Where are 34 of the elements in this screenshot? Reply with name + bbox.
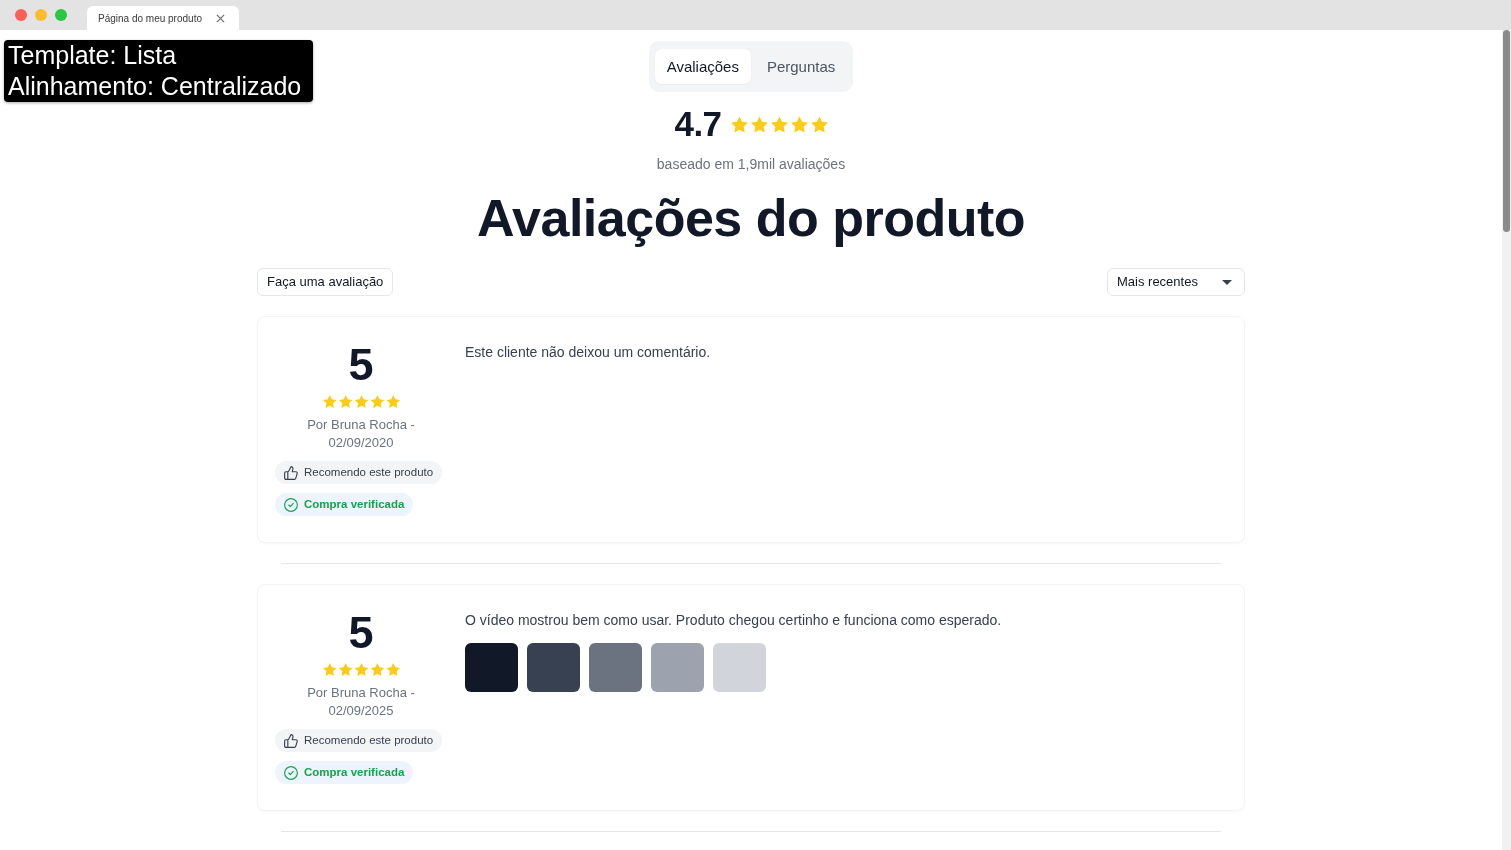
scrollbar-thumb[interactable] (1503, 30, 1510, 232)
review-score: 5 (348, 342, 374, 388)
review-comment: Este cliente não deixou um comentário. (465, 343, 712, 362)
write-review-button[interactable]: Faça uma avaliação (257, 268, 394, 296)
media-thumbnail[interactable] (589, 643, 642, 692)
review-count: baseado em 1,9mil avaliações (656, 155, 846, 173)
media-thumbnail[interactable] (713, 643, 766, 692)
review-comment: O vídeo mostrou bem como usar. Produto chegou certinho e funciona como esperado. (465, 611, 1003, 630)
browser-tab[interactable]: Página do meu produto (87, 6, 239, 30)
media-thumbnail[interactable] (651, 643, 704, 692)
tab[interactable]: Perguntas (754, 49, 848, 84)
sort-dropdown[interactable]: Mais recentes (1107, 268, 1245, 296)
recommend-badge: Recomendo este produto (275, 729, 443, 752)
recommend-badge: Recomendo este produto (275, 461, 443, 484)
average-score: 4.7 (674, 104, 722, 144)
caret-icon (1222, 279, 1232, 285)
review-score: 5 (348, 610, 374, 656)
check-circle-icon (284, 765, 298, 780)
review-author-date: Por Bruna Rocha - 02/09/2025 (306, 684, 416, 720)
close-icon[interactable] (216, 13, 225, 23)
media-thumbnail[interactable] (527, 643, 580, 692)
media-thumbnail[interactable] (465, 643, 518, 692)
minimize-window-button[interactable] (35, 9, 47, 21)
verified-purchase-badge: Compra verificada (275, 493, 414, 516)
page-heading: Avaliações do produto (476, 188, 1026, 248)
review-author-date: Por Bruna Rocha - 02/09/2020 (306, 416, 416, 452)
thumbs-up-icon (284, 465, 298, 480)
verified-purchase-badge: Compra verificada (275, 761, 414, 784)
overlay-label: Template: Lista Alinhamento: Centralizado (4, 40, 314, 102)
thumbs-up-icon (284, 733, 298, 748)
close-window-button[interactable] (15, 9, 27, 21)
check-circle-icon (284, 497, 298, 512)
tab[interactable]: Avaliações (654, 49, 751, 84)
maximize-window-button[interactable] (55, 9, 67, 21)
